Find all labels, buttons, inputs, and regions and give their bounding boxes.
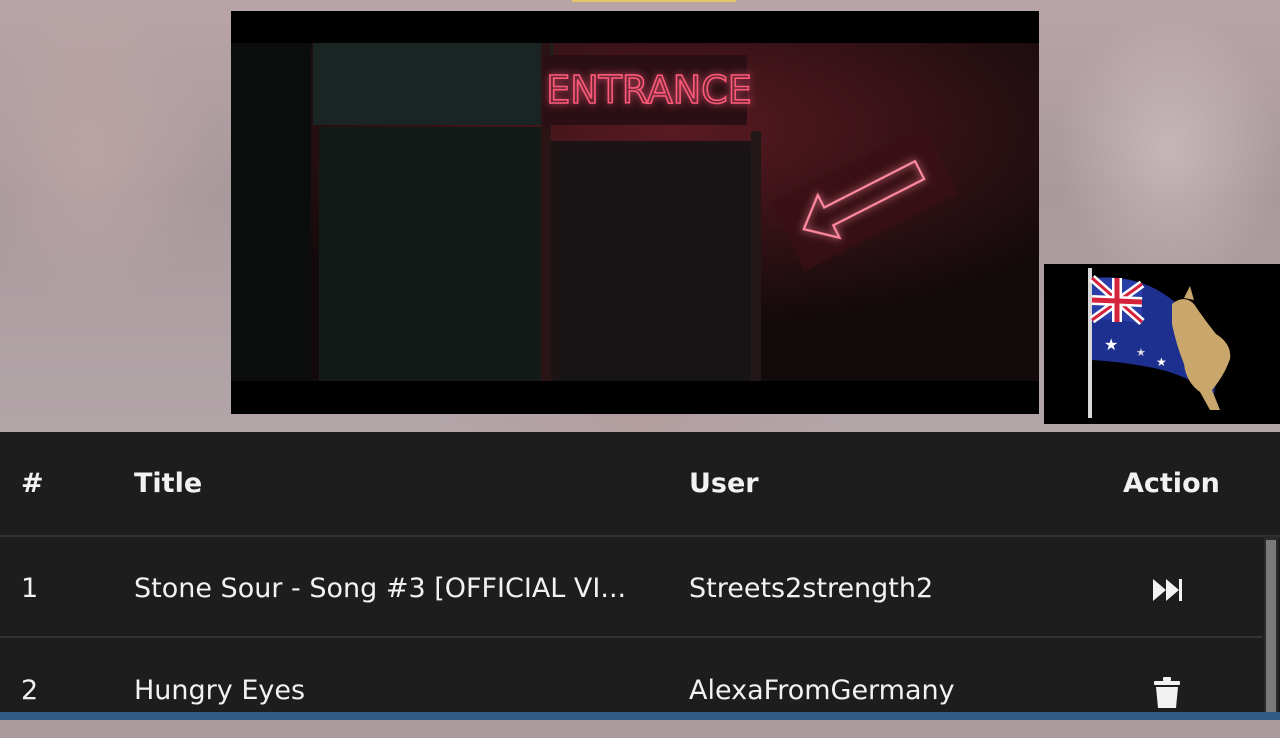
scrollbar-thumb[interactable]	[1266, 540, 1276, 716]
neon-sign-text: ENTRANCE	[546, 68, 751, 112]
svg-text:★: ★	[1156, 355, 1167, 369]
table-row: 2 Hungry Eyes AlexaFromGermany	[0, 638, 1262, 738]
row-title: Stone Sour - Song #3 [OFFICIAL VI...	[134, 573, 627, 604]
skip-to-button[interactable]	[1150, 573, 1184, 607]
column-header-title: Title	[134, 468, 203, 499]
svg-text:★: ★	[1104, 335, 1118, 354]
table-header: # Title User Action	[0, 432, 1280, 537]
flag-overlay: ★ ★ ★	[1044, 264, 1280, 424]
svg-text:★: ★	[1136, 346, 1146, 359]
column-header-user: User	[689, 468, 759, 499]
row-user: Streets2strength2	[689, 573, 934, 604]
video-frame: ENTRANCE	[231, 11, 1039, 414]
scrollbar[interactable]	[1264, 536, 1278, 716]
trash-icon	[1154, 677, 1180, 708]
row-number: 1	[21, 573, 39, 604]
bottom-accent-bar	[0, 712, 1280, 720]
column-header-number: #	[21, 468, 44, 499]
row-number: 2	[21, 675, 39, 706]
row-title: Hungry Eyes	[134, 675, 306, 706]
fast-forward-icon	[1153, 579, 1182, 601]
delete-button[interactable]	[1150, 676, 1184, 710]
row-user: AlexaFromGermany	[689, 675, 955, 706]
playlist-panel: # Title User Action 1 Stone Sour - Song …	[0, 432, 1280, 720]
australian-flag-kangaroo-icon: ★ ★ ★	[1044, 264, 1280, 424]
column-header-action: Action	[1123, 468, 1220, 499]
video-player[interactable]: ENTRANCE	[231, 11, 1039, 414]
table-row: 1 Stone Sour - Song #3 [OFFICIAL VI... S…	[0, 536, 1262, 638]
